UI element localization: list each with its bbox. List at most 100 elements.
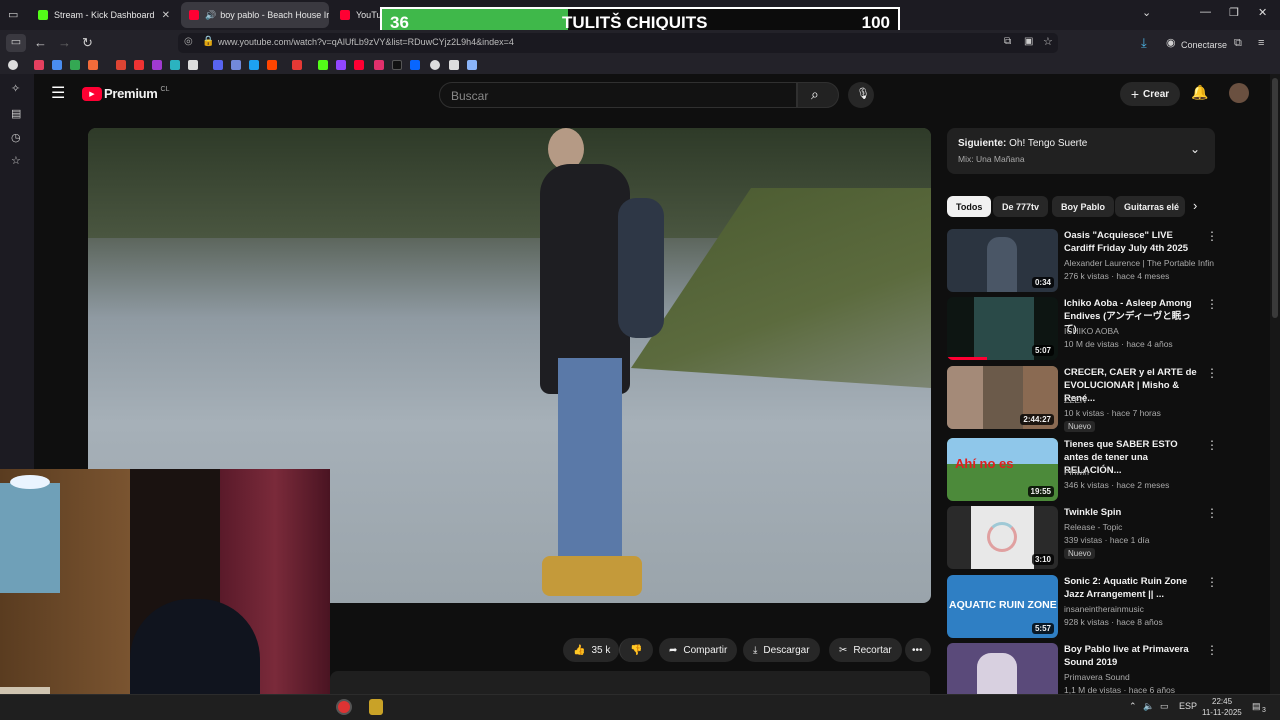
bookmark-icon[interactable] bbox=[134, 60, 144, 70]
bookmark-icon[interactable] bbox=[116, 60, 126, 70]
share-button[interactable]: ➦ Compartir bbox=[659, 638, 738, 662]
voice-search-button[interactable]: 🎙 bbox=[848, 82, 874, 108]
tracking-shield-icon[interactable]: ◎ bbox=[184, 36, 193, 47]
history-page-icon[interactable]: ▤ bbox=[11, 107, 21, 120]
address-bar[interactable]: ◎ 🔒 www.youtube.com/watch?v=qAlUfLb9zVY&… bbox=[178, 33, 1058, 53]
avatar[interactable] bbox=[1229, 83, 1249, 103]
bookmark-icon[interactable] bbox=[267, 60, 277, 70]
kick-bookmark-icon[interactable] bbox=[318, 60, 328, 70]
twitch-bookmark-icon[interactable] bbox=[336, 60, 346, 70]
notifications-icon[interactable]: ▤ bbox=[1252, 701, 1261, 712]
forward-arrow-icon[interactable]: → bbox=[58, 35, 71, 51]
search-input[interactable]: Buscar bbox=[439, 82, 797, 108]
bookmark-icon[interactable] bbox=[152, 60, 162, 70]
back-arrow-icon[interactable]: ← bbox=[34, 35, 47, 51]
list-item[interactable]: AQUATIC RUIN ZONE 5:57 Sonic 2: Aquatic … bbox=[947, 575, 1218, 639]
clock-date[interactable]: 11-11-2025 bbox=[1202, 708, 1242, 717]
tab-list-icon[interactable]: ▭ bbox=[8, 7, 18, 23]
clip-button[interactable]: ✂ Recortar bbox=[829, 638, 902, 662]
more-actions-button[interactable]: ••• bbox=[905, 638, 931, 662]
list-item[interactable]: 5:07 Ichiko Aoba - Asleep Among Endives … bbox=[947, 297, 1218, 361]
video-thumbnail[interactable]: AQUATIC RUIN ZONE 5:57 bbox=[947, 575, 1058, 638]
close-tab-icon[interactable]: ✕ bbox=[156, 10, 170, 21]
bookmark-icon[interactable] bbox=[70, 60, 80, 70]
tab-search-chevron-icon[interactable]: ⌄ bbox=[1142, 6, 1151, 19]
youtube-bookmark-icon[interactable] bbox=[354, 60, 364, 70]
clock-time[interactable]: 22:45 bbox=[1212, 697, 1232, 706]
bookmark-icon[interactable] bbox=[170, 60, 180, 70]
hamburger-menu-icon[interactable]: ☰ bbox=[51, 83, 65, 103]
more-vertical-icon[interactable]: ⋮ bbox=[1206, 297, 1218, 311]
list-item[interactable]: Boy Pablo live at Primavera Sound 2019 P… bbox=[947, 643, 1215, 694]
screenshot-icon[interactable]: ▣ bbox=[1024, 36, 1033, 47]
picture-in-picture-icon[interactable]: ⧉ bbox=[1004, 36, 1011, 47]
app-taskbar-icon[interactable] bbox=[336, 699, 352, 715]
bookmark-icon[interactable] bbox=[34, 60, 44, 70]
bookmark-icon[interactable] bbox=[52, 60, 62, 70]
up-next-panel[interactable]: Siguiente: Oh! Tengo Suerte Mix: Una Mañ… bbox=[947, 128, 1215, 174]
video-thumbnail[interactable]: 0:34 bbox=[947, 229, 1058, 292]
more-vertical-icon[interactable]: ⋮ bbox=[1206, 229, 1218, 243]
video-thumbnail[interactable]: 2:44:27 bbox=[947, 366, 1058, 429]
video-thumbnail[interactable] bbox=[947, 643, 1058, 694]
ai-sparkle-icon[interactable]: ✧ bbox=[11, 82, 20, 95]
tiktok-bookmark-icon[interactable] bbox=[392, 60, 402, 70]
more-vertical-icon[interactable]: ⋮ bbox=[1206, 575, 1218, 589]
bookmark-icon[interactable] bbox=[292, 60, 302, 70]
download-button[interactable]: ⤓ Descargar bbox=[743, 638, 820, 662]
more-vertical-icon[interactable]: ⋮ bbox=[1206, 506, 1218, 520]
page-scrollbar[interactable] bbox=[1270, 74, 1280, 694]
list-item[interactable]: 0:34 Oasis "Acquiesce" LIVE Cardiff Frid… bbox=[947, 229, 1218, 293]
reload-icon[interactable]: ↻ bbox=[82, 35, 93, 51]
bookmark-icon[interactable] bbox=[249, 60, 259, 70]
notifications-bell-icon[interactable]: 🔔 bbox=[1191, 84, 1208, 101]
list-item[interactable]: 2:44:27 CRECER, CAER y el ARTE de EVOLUC… bbox=[947, 366, 1218, 432]
chip-777tv[interactable]: De 777tv bbox=[993, 196, 1049, 217]
video-thumbnail[interactable]: 5:07 bbox=[947, 297, 1058, 360]
more-vertical-icon[interactable]: ⋮ bbox=[1206, 366, 1218, 380]
clock-icon[interactable]: ◷ bbox=[11, 131, 21, 144]
network-icon[interactable]: ▭ bbox=[1160, 701, 1169, 712]
create-button[interactable]: + Crear bbox=[1120, 82, 1180, 106]
volume-icon[interactable]: 🔈 bbox=[1143, 701, 1154, 712]
tab-kick-dashboard[interactable]: Stream - Kick Dashboard ✕ bbox=[30, 2, 178, 28]
close-window-icon[interactable]: ✕ bbox=[1258, 6, 1267, 19]
bookmark-icon[interactable] bbox=[430, 60, 440, 70]
bookmark-icon[interactable] bbox=[449, 60, 459, 70]
more-vertical-icon[interactable]: ⋮ bbox=[1206, 438, 1218, 452]
tray-chevron-up-icon[interactable]: ⌃ bbox=[1129, 701, 1137, 712]
downloads-icon[interactable]: ⤓ bbox=[1141, 35, 1147, 51]
bookmark-icon[interactable] bbox=[8, 60, 18, 70]
video-thumbnail[interactable]: 3:10 bbox=[947, 506, 1058, 569]
list-item[interactable]: Ahí no es 19:55 Tienes que SABER ESTO an… bbox=[947, 438, 1218, 502]
account-icon[interactable]: ◉ bbox=[1166, 35, 1176, 51]
minimize-icon[interactable]: — bbox=[1200, 6, 1211, 18]
scrollbar-thumb[interactable] bbox=[1272, 78, 1278, 318]
chevron-down-icon[interactable]: ⌄ bbox=[1190, 142, 1200, 156]
youtube-premium-logo[interactable]: ▶ Premium CL bbox=[82, 86, 169, 101]
restore-icon[interactable]: ❐ bbox=[1229, 6, 1239, 19]
favorites-star-icon[interactable]: ☆ bbox=[11, 154, 21, 167]
list-item[interactable]: 3:10 Twinkle Spin Release - Topic 339 vi… bbox=[947, 506, 1218, 570]
connect-label[interactable]: Conectarse bbox=[1181, 37, 1227, 53]
sidebar-toggle-icon[interactable]: ▭ bbox=[6, 34, 26, 52]
meta-bookmark-icon[interactable] bbox=[410, 60, 420, 70]
description-box[interactable] bbox=[330, 671, 930, 694]
bookmark-icon[interactable] bbox=[88, 60, 98, 70]
chip-guitarras[interactable]: Guitarras elé bbox=[1115, 196, 1185, 217]
bookmark-icon[interactable] bbox=[188, 60, 198, 70]
extensions-icon[interactable]: ⧉ bbox=[1234, 35, 1242, 51]
tab-boy-pablo[interactable]: 🔊 boy pablo - Beach House Ir ✕ bbox=[181, 2, 329, 28]
speaker-icon[interactable]: 🔊 bbox=[205, 10, 216, 21]
language-indicator[interactable]: ESP bbox=[1179, 701, 1197, 711]
video-thumbnail[interactable]: Ahí no es 19:55 bbox=[947, 438, 1058, 501]
lock-icon[interactable]: 🔒 bbox=[202, 36, 214, 47]
dislike-button[interactable]: 👎 bbox=[619, 638, 653, 662]
like-button[interactable]: 👍 35 k bbox=[563, 638, 619, 662]
chevron-right-icon[interactable]: › bbox=[1193, 198, 1197, 213]
more-vertical-icon[interactable]: ⋮ bbox=[1206, 643, 1215, 657]
chip-todos[interactable]: Todos bbox=[947, 196, 992, 217]
chip-boy-pablo[interactable]: Boy Pablo bbox=[1052, 196, 1115, 217]
bookmark-icon[interactable] bbox=[213, 60, 223, 70]
bookmark-icon[interactable] bbox=[231, 60, 241, 70]
